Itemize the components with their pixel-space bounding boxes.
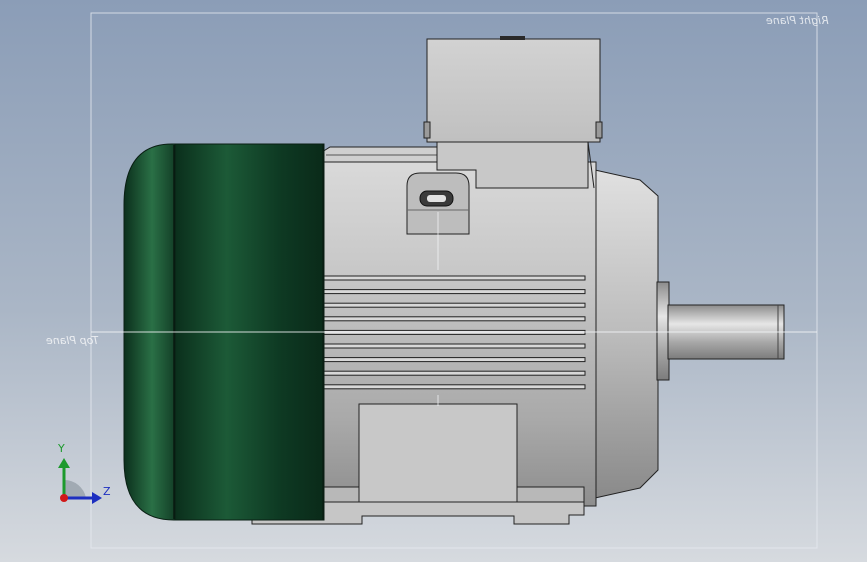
cooling-fin [321,370,586,376]
triad-y-label: Y [58,442,65,455]
motor-foot-side-right [516,486,585,503]
terminal-box-foot-right [595,121,603,139]
motor-foot-pad[interactable] [358,403,518,503]
shaft-shoulder[interactable] [656,281,670,381]
end-shield[interactable] [594,169,659,499]
triad-x-axis-dot [60,494,68,502]
cooling-fin [321,316,586,322]
cooling-fin [321,302,586,308]
cooling-fin [321,275,586,281]
terminal-box-lip [500,36,525,40]
top-plane-label: Top Plane [46,334,99,347]
cooling-fin [321,384,586,390]
view-triad[interactable] [58,458,102,504]
triad-y-arrow-icon [58,458,70,468]
motor-foot-side-left [321,486,360,503]
triad-z-arrow-icon [92,492,102,504]
cooling-fin [321,343,586,349]
motor-model-view[interactable] [0,0,867,562]
right-plane-label: Right Plane [766,14,829,27]
cooling-fin [321,357,586,363]
lifting-eye-slot-inner [427,195,446,202]
terminal-box-foot-left [423,121,431,139]
triad-quarter-arc [64,479,86,498]
cooling-fin [321,289,586,295]
triad-z-label: Z [103,485,111,498]
graphics-viewport[interactable]: Right Plane Top Plane Y Z [0,0,867,562]
terminal-box[interactable] [426,38,601,143]
